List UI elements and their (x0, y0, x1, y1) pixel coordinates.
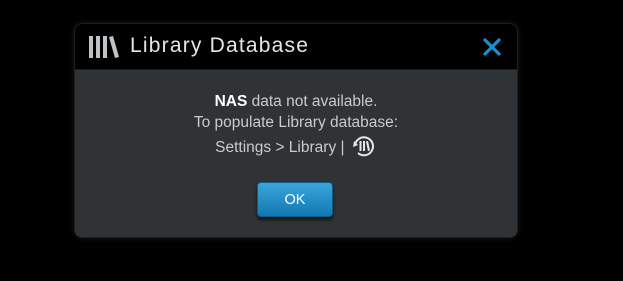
close-icon[interactable] (482, 37, 502, 57)
ok-button[interactable]: OK (257, 182, 333, 217)
message-line-3: Settings > Library | (75, 133, 517, 159)
message-line-1: NAS data not available. (75, 91, 517, 112)
settings-path-text: Settings > Library | (215, 139, 345, 156)
library-books-icon (89, 36, 119, 58)
library-database-dialog: Library Database NAS data not available.… (75, 24, 517, 237)
nas-label: NAS (214, 93, 248, 110)
message-line-1-text: data not available. (247, 93, 378, 110)
dialog-message: NAS data not available. To populate Libr… (75, 91, 517, 159)
dialog-title: Library Database (130, 34, 310, 57)
message-line-2: To populate Library database: (193, 114, 399, 131)
library-sync-icon (352, 136, 374, 157)
dialog-titlebar: Library Database (75, 24, 517, 70)
